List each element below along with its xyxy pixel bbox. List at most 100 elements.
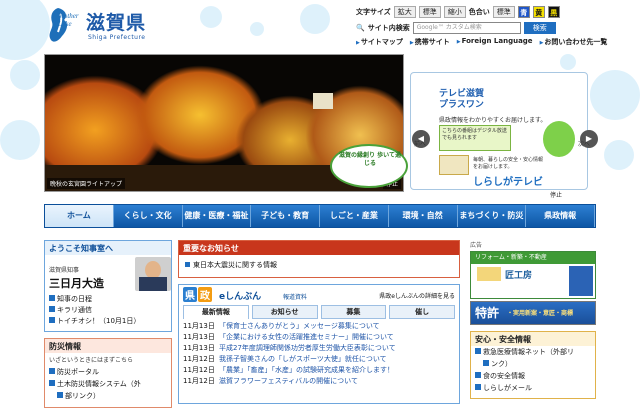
item-title[interactable]: 平成27年度調理師関係功労者厚生労働大臣表彰について: [219, 343, 396, 354]
item-date: 11月13日: [183, 322, 215, 330]
mobile-site-link[interactable]: 携帯サイト: [410, 37, 450, 47]
item-date: 11月13日: [183, 344, 215, 352]
governor-heading[interactable]: ようこそ知事室へ: [45, 241, 171, 255]
nav-children-education[interactable]: 子ども・教育: [251, 205, 320, 227]
governor-name: 三日月大造: [49, 277, 104, 290]
banner-next-label: 次へ: [578, 141, 591, 148]
item-date: 11月13日: [183, 333, 215, 341]
tv-banner-desc: 県政情報をわかりやすくお届けします。: [439, 117, 547, 124]
disaster-sub: いざというときにはまずこちら: [49, 357, 134, 364]
tv-banner-title: テレビ滋賀 プラスワン: [439, 89, 484, 111]
disaster-portal-link[interactable]: 防災ポータル: [45, 366, 171, 378]
important-notice-heading: 重要なお知らせ: [179, 241, 459, 255]
item-title[interactable]: 「農業」「畜産」「水産」の試験研究成果を紹介します！: [219, 365, 394, 376]
list-item[interactable]: 11月12日 滋賀フラワーフェスティバルの開催について: [183, 376, 455, 387]
text-shrink-button[interactable]: 縮小: [443, 6, 466, 18]
enishi-badge[interactable]: 滋賀の縁創り 歩いて通じる: [330, 144, 408, 188]
list-item[interactable]: 11月12日 「農業」「畜産」「水産」の試験研究成果を紹介します！: [183, 365, 455, 376]
ad-label: 広告: [470, 242, 483, 249]
e-shinbun-list: 11月13日 「保育士さんありがとう」メッセージ募集について 11月13日 「企業に…: [179, 319, 459, 389]
list-item[interactable]: 11月13日 「企業における女性の活躍推進セミナー」開催について: [183, 332, 455, 343]
tab-recruit[interactable]: 募集: [320, 305, 387, 319]
list-item[interactable]: 11月12日 我孫子智美さんの「しがスポーツ大使」就任について: [183, 354, 455, 365]
sitemap-link[interactable]: サイトマップ: [356, 37, 403, 47]
nav-health-welfare[interactable]: 健康・医療・福祉: [182, 205, 252, 227]
kirari-tsushin-link[interactable]: キラリ通信: [49, 306, 92, 315]
main-navigation: ホーム くらし・文化 健康・医療・福祉 子ども・教育 しごと・産業 環境・自然 …: [44, 204, 596, 228]
governor-title: 滋賀県知事: [49, 267, 80, 274]
item-date: 11月12日: [183, 355, 215, 363]
nav-environment-nature[interactable]: 環境・自然: [388, 205, 458, 227]
color-yellow-button[interactable]: 黄: [532, 6, 545, 18]
e-shinbun-detail-link[interactable]: 県政eしんぶんの詳細を見る: [379, 291, 455, 300]
e-shinbun-badge-sei: 政: [198, 287, 212, 302]
civil-disaster-system-link[interactable]: 土木防災情報システム（外: [45, 378, 171, 390]
color-standard-button[interactable]: 標準: [492, 6, 515, 18]
logo-lake: Lake: [58, 20, 72, 28]
tab-events[interactable]: 催し: [389, 305, 455, 319]
header-tools: 文字サイズ 拡大 標準 縮小 色合い 標準 青 黄 黒 🔍 サイト内検索 Goo…: [356, 5, 640, 49]
e-shinbun-tabs: 最新情報 お知らせ 募集 催し: [179, 305, 459, 319]
nav-life-culture[interactable]: くらし・文化: [113, 205, 183, 227]
nav-work-industry[interactable]: しごと・産業: [320, 205, 389, 227]
color-blue-button[interactable]: 青: [517, 6, 530, 18]
tv-banner-note-line2: をお届けします。: [473, 164, 513, 170]
text-size-label: 文字サイズ: [356, 8, 391, 16]
e-shinbun-header: 県 政 eしんぶん 報道資料 県政eしんぶんの詳細を見る: [179, 285, 459, 305]
disaster-panel: 防災情報 いざというときにはまずこちら 防災ポータル 土木防災情報システム（外 …: [44, 338, 172, 408]
press-release-label: 報道資料: [283, 294, 308, 301]
nav-prefectural-info[interactable]: 県政情報: [526, 205, 595, 227]
item-title[interactable]: 「企業における女性の活躍推進セミナー」開催について: [219, 332, 394, 343]
e-shinbun-panel: 県 政 eしんぶん 報道資料 県政eしんぶんの詳細を見る 最新情報 お知らせ 募…: [178, 284, 460, 404]
nav-home[interactable]: ホーム: [45, 205, 114, 227]
search-input[interactable]: Google™ カスタム検索: [412, 22, 521, 34]
important-notice: 重要なお知らせ 東日本大震災に関する情報: [178, 240, 460, 278]
color-black-button[interactable]: 黒: [547, 6, 560, 18]
item-title[interactable]: 我孫子智美さんの「しがスポーツ大使」就任について: [219, 354, 387, 365]
governor-photo: [135, 257, 171, 291]
text-enlarge-button[interactable]: 拡大: [393, 6, 416, 18]
mascot-icon: [543, 121, 575, 157]
list-item[interactable]: 11月13日 平成27年度調理師関係功労者厚生労働大臣表彰について: [183, 343, 455, 354]
e-shinbun-title: eしんぶん: [219, 292, 262, 302]
governor-schedule-link[interactable]: 知事の日程: [49, 295, 92, 304]
governor-panel: ようこそ知事室へ 滋賀県知事 三日月大造 知事の日程 キラリ通信 トイチオシ！（…: [44, 240, 172, 332]
tab-notices[interactable]: お知らせ: [251, 305, 318, 319]
center-column: 重要なお知らせ 東日本大震災に関する情報 県 政 eしんぶん 報道資料 県政eし…: [178, 240, 460, 404]
contact-list-link[interactable]: お問い合わせ先一覧: [540, 37, 607, 47]
item-title[interactable]: 「保育士さんありがとう」メッセージ募集について: [219, 321, 380, 332]
item-date: 11月12日: [183, 366, 215, 374]
ad-patent-sub: ・実用新案・意匠・商標: [507, 310, 574, 317]
tv-thumbnail: [439, 155, 469, 175]
ad-patent-banner[interactable]: 特許 ・実用新案・意匠・商標: [470, 301, 596, 325]
site-title[interactable]: 滋賀県: [86, 8, 146, 35]
emergency-medical-link[interactable]: 救急医療情報ネット（外部リ: [471, 346, 595, 358]
tab-latest[interactable]: 最新情報: [183, 305, 249, 319]
earthquake-info-link[interactable]: 東日本大震災に関する情報: [179, 255, 459, 275]
tv-banner[interactable]: テレビ滋賀 プラスワン 県政情報をわかりやすくお届けします。 こちらの番組はデジ…: [410, 72, 588, 190]
food-safety-link[interactable]: 食の安全情報: [471, 370, 595, 382]
emergency-medical-link-cont[interactable]: ンク）: [471, 358, 595, 370]
tv-banner-digital-note: こちらの番組はデジタル放送でも見られます: [439, 125, 511, 151]
tv-banner-title-line1: テレビ滋賀: [439, 89, 485, 99]
ad-reform-banner[interactable]: リフォーム・新築・不動産 匠工房: [470, 251, 596, 299]
tv-banner-note: 毎朝、暮らしの安全・安心情報 をお届けします。: [473, 157, 543, 171]
item-title[interactable]: 滋賀フラワーフェスティバルの開催について: [219, 376, 358, 387]
civil-disaster-system-link-cont[interactable]: 部リンク）: [45, 390, 171, 402]
search-button[interactable]: 検索: [523, 22, 556, 34]
logo-mother-lake: Mother Lake: [58, 12, 79, 28]
left-column: ようこそ知事室へ 滋賀県知事 三日月大造 知事の日程 キラリ通信 トイチオシ！（…: [44, 240, 172, 408]
foreign-language-link[interactable]: Foreign Language: [457, 37, 533, 47]
ad-reform-top: リフォーム・新築・不動産: [471, 252, 595, 264]
right-column: 広告 リフォーム・新築・不動産 匠工房 特許 ・実用新案・意匠・商標 安心・安全…: [470, 240, 596, 399]
nav-town-disaster[interactable]: まちづくり・防災: [457, 205, 527, 227]
search-icon: 🔍: [356, 24, 365, 32]
logo-mother: Mother: [58, 12, 79, 20]
text-standard-button[interactable]: 標準: [418, 6, 441, 18]
e-shinbun-badge-ken: 県: [183, 287, 197, 302]
shirashiga-mail-link[interactable]: しらしがメール: [471, 382, 595, 394]
banner-stop-button[interactable]: 停止: [550, 190, 562, 199]
toichioshi-link[interactable]: トイチオシ！（10月1日）: [49, 317, 140, 326]
list-item[interactable]: 11月13日 「保育士さんありがとう」メッセージ募集について: [183, 321, 455, 332]
header-links: サイトマップ 携帯サイト Foreign Language お問い合わせ先一覧: [356, 37, 640, 47]
